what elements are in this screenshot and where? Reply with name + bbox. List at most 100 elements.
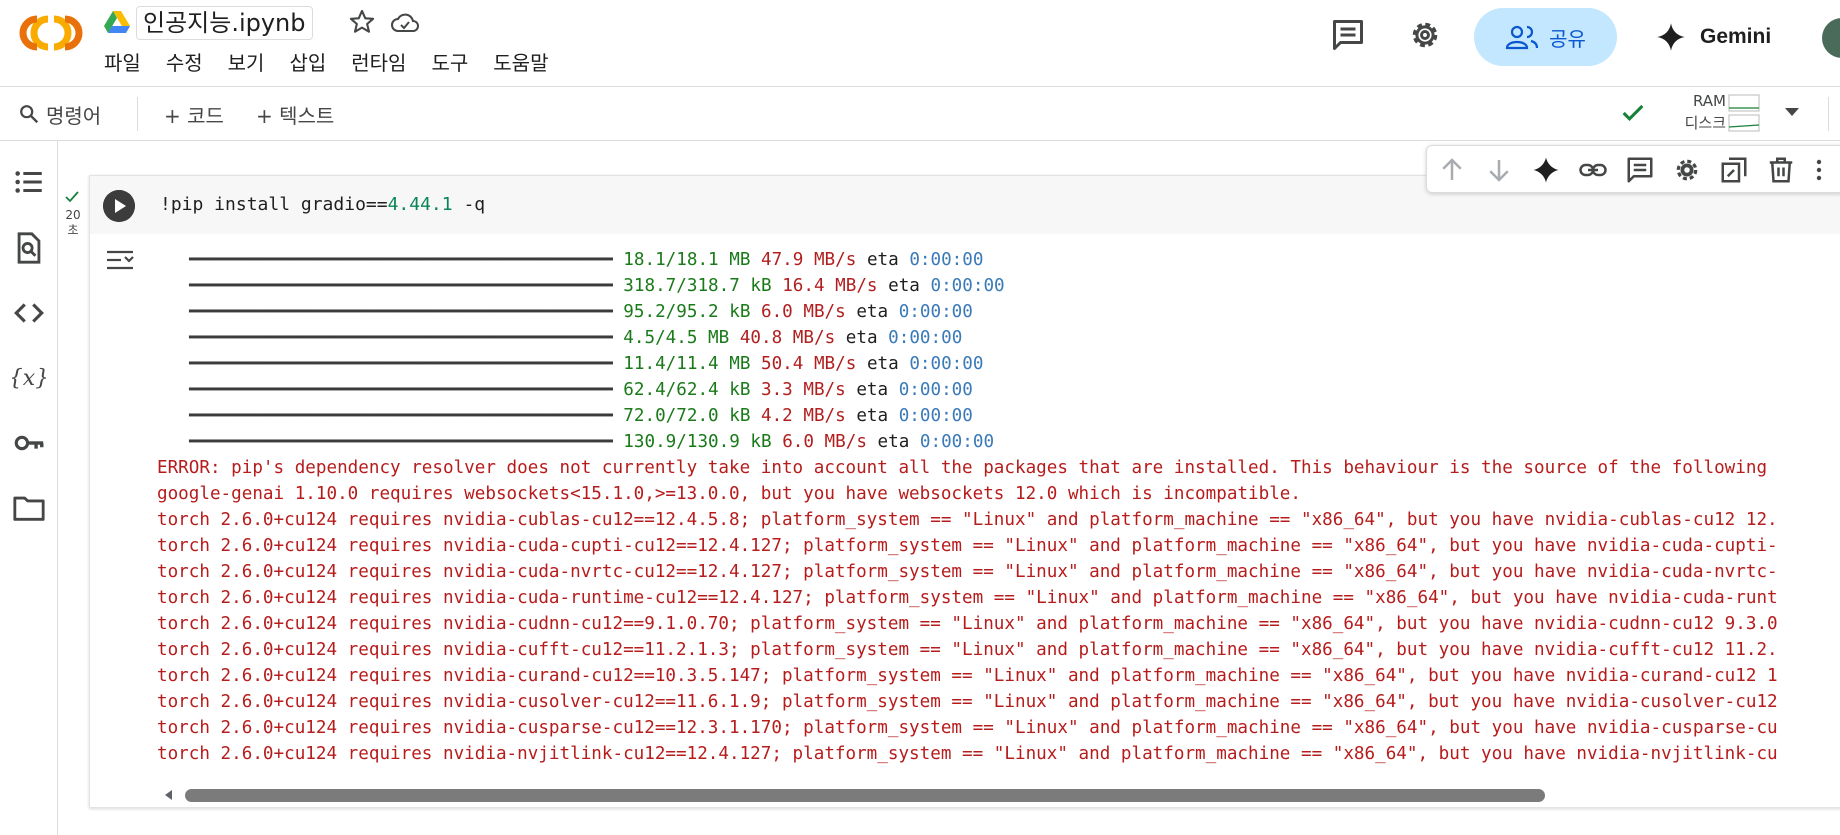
progress-bar-text: ━━━━━━━━━━━━━━━━━━━━━━━━━━━━━━━━━━━━━━━━ <box>189 380 613 400</box>
gemini-sparkle-icon <box>1657 23 1685 51</box>
cell-success-check-icon <box>65 191 79 203</box>
scrollbar-thumb[interactable] <box>185 789 1545 802</box>
more-vert-icon[interactable] <box>1811 155 1827 185</box>
error-lines: ERROR: pip's dependency resolver does no… <box>157 455 1840 767</box>
left-sidebar: {x} <box>0 141 58 835</box>
share-button[interactable]: 공유 <box>1474 8 1617 66</box>
error-line: torch 2.6.0+cu124 requires nvidia-curand… <box>157 666 1778 686</box>
comments-icon[interactable] <box>1330 17 1366 53</box>
mirror-cell-icon[interactable] <box>1719 155 1749 185</box>
command-palette-button[interactable]: 명령어 <box>18 87 101 141</box>
progress-line: ━━━━━━━━━━━━━━━━━━━━━━━━━━━━━━━━━━━━━━━━… <box>157 299 1840 325</box>
eta-label: eta <box>866 354 899 374</box>
app-header: 인공지능.ipynb 파일 수정 보기 삽입 런타임 도구 도움말 공유 Gem… <box>0 0 1840 86</box>
menu-insert[interactable]: 삽입 <box>289 48 326 78</box>
code-snippets-icon[interactable] <box>12 296 46 330</box>
error-line: torch 2.6.0+cu124 requires nvidia-cuda-r… <box>157 588 1778 608</box>
command-label: 명령어 <box>46 103 102 128</box>
download-size: 318.7/318.7 kB <box>623 276 772 296</box>
error-line: torch 2.6.0+cu124 requires nvidia-cufft-… <box>157 640 1778 660</box>
gemini-button[interactable]: Gemini <box>1656 18 1771 56</box>
progress-bar-text: ━━━━━━━━━━━━━━━━━━━━━━━━━━━━━━━━━━━━━━━━ <box>189 328 613 348</box>
menu-view[interactable]: 보기 <box>228 48 265 78</box>
connected-check-icon[interactable] <box>1619 99 1647 127</box>
eta-value: 0:00:00 <box>909 250 984 270</box>
move-down-icon[interactable] <box>1484 155 1514 185</box>
download-speed: 40.8 MB/s <box>739 328 836 348</box>
star-icon[interactable] <box>348 8 376 36</box>
svg-text:{x}: {x} <box>12 366 46 391</box>
download-size: 62.4/62.4 kB <box>623 380 751 400</box>
progress-line: ━━━━━━━━━━━━━━━━━━━━━━━━━━━━━━━━━━━━━━━━… <box>157 247 1840 273</box>
resource-labels[interactable]: RAM 디스크 <box>1670 90 1726 134</box>
files-folder-icon[interactable] <box>12 491 46 525</box>
menu-edit[interactable]: 수정 <box>166 48 203 78</box>
secrets-key-icon[interactable] <box>12 426 46 460</box>
cell-exec-time: 20 초 <box>65 208 81 237</box>
progress-line: ━━━━━━━━━━━━━━━━━━━━━━━━━━━━━━━━━━━━━━━━… <box>157 325 1840 351</box>
google-drive-icon[interactable] <box>104 10 130 34</box>
eta-value: 0:00:00 <box>898 406 973 426</box>
toolbar-divider <box>137 97 138 131</box>
variables-icon[interactable]: {x} <box>12 361 46 395</box>
menu-tools[interactable]: 도구 <box>431 48 468 78</box>
find-replace-icon[interactable] <box>12 231 46 265</box>
menu-file[interactable]: 파일 <box>104 48 141 78</box>
colab-logo[interactable] <box>18 13 84 53</box>
settings-icon[interactable] <box>1672 155 1702 185</box>
code-version: 4.44.1 <box>387 194 453 215</box>
runtime-dropdown-icon[interactable] <box>1782 104 1802 120</box>
comment-icon[interactable] <box>1625 155 1655 185</box>
progress-lines: ━━━━━━━━━━━━━━━━━━━━━━━━━━━━━━━━━━━━━━━━… <box>157 247 1840 455</box>
delete-icon[interactable] <box>1766 155 1796 185</box>
output-options-icon[interactable] <box>103 244 137 276</box>
download-speed: 47.9 MB/s <box>761 250 857 270</box>
eta-value: 0:00:00 <box>898 380 973 400</box>
share-label: 공유 <box>1549 26 1586 51</box>
table-of-contents-icon[interactable] <box>12 165 46 199</box>
cell-output: ━━━━━━━━━━━━━━━━━━━━━━━━━━━━━━━━━━━━━━━━… <box>157 247 1840 767</box>
download-speed: 4.2 MB/s <box>761 406 846 426</box>
download-size: 18.1/18.1 MB <box>623 250 751 270</box>
download-speed: 3.3 MB/s <box>761 380 846 400</box>
link-icon[interactable] <box>1578 155 1608 185</box>
eta-value: 0:00:00 <box>919 432 995 452</box>
menu-help[interactable]: 도움말 <box>493 48 548 78</box>
notebook-title[interactable]: 인공지능.ipynb <box>136 6 313 40</box>
error-line: torch 2.6.0+cu124 requires nvidia-cuda-n… <box>157 562 1778 582</box>
eta-label: eta <box>866 250 899 270</box>
code-flag: -q <box>452 194 486 215</box>
menu-runtime[interactable]: 런타임 <box>351 48 406 78</box>
progress-bar-text: ━━━━━━━━━━━━━━━━━━━━━━━━━━━━━━━━━━━━━━━━ <box>189 354 613 374</box>
download-speed: 6.0 MB/s <box>782 432 867 452</box>
progress-bar-text: ━━━━━━━━━━━━━━━━━━━━━━━━━━━━━━━━━━━━━━━━ <box>189 432 613 452</box>
add-code-button[interactable]: + 코드 <box>164 87 224 141</box>
scroll-left-arrow-icon[interactable] <box>162 788 176 802</box>
eta-label: eta <box>845 328 878 348</box>
gemini-sparkle-icon[interactable] <box>1531 155 1561 185</box>
progress-bar-text: ━━━━━━━━━━━━━━━━━━━━━━━━━━━━━━━━━━━━━━━━ <box>189 302 613 322</box>
settings-gear-icon[interactable] <box>1407 17 1443 53</box>
cloud-saved-icon[interactable] <box>390 9 420 37</box>
user-avatar[interactable] <box>1822 18 1840 58</box>
eta-label: eta <box>856 380 889 400</box>
code-line[interactable]: !pip install gradio==4.44.1 -q <box>160 193 485 217</box>
download-size: 11.4/11.4 MB <box>623 354 751 374</box>
progress-line: ━━━━━━━━━━━━━━━━━━━━━━━━━━━━━━━━━━━━━━━━… <box>157 377 1840 403</box>
add-text-label: + 텍스트 <box>256 103 335 128</box>
run-cell-button[interactable] <box>103 190 135 222</box>
eta-value: 0:00:00 <box>888 328 963 348</box>
move-up-icon[interactable] <box>1437 155 1467 185</box>
error-line: ERROR: pip's dependency resolver does no… <box>157 458 1768 478</box>
search-icon <box>20 105 39 124</box>
download-size: 72.0/72.0 kB <box>623 406 751 426</box>
add-text-button[interactable]: + 텍스트 <box>256 87 334 141</box>
progress-line: ━━━━━━━━━━━━━━━━━━━━━━━━━━━━━━━━━━━━━━━━… <box>157 351 1840 377</box>
download-size: 4.5/4.5 MB <box>623 328 730 348</box>
download-speed: 16.4 MB/s <box>782 276 878 296</box>
error-line: google-genai 1.10.0 requires websockets<… <box>157 484 1301 504</box>
resource-usage-graph[interactable] <box>1728 94 1760 132</box>
progress-line: ━━━━━━━━━━━━━━━━━━━━━━━━━━━━━━━━━━━━━━━━… <box>157 403 1840 429</box>
eta-label: eta <box>877 432 910 452</box>
disk-label: 디스크 <box>1684 114 1726 132</box>
